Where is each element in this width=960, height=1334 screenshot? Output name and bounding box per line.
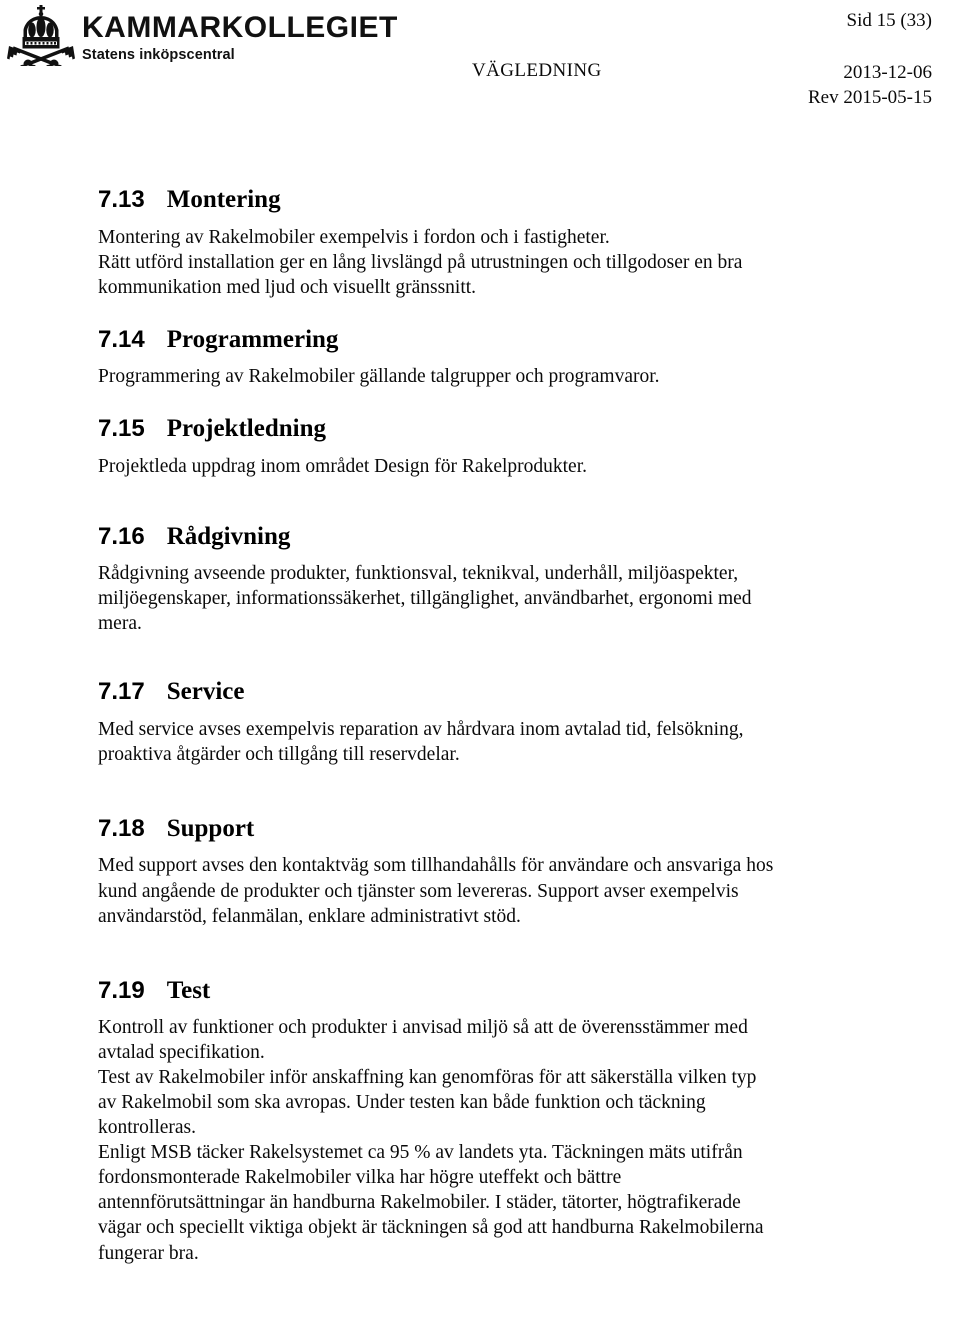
section-heading: 7.17 Service <box>98 678 774 706</box>
organization-logo: KAMMARKOLLEGIET Statens inköpscentral <box>6 4 398 66</box>
section-title: Projektledning <box>166 415 326 443</box>
document-revision: Rev 2015-05-15 <box>807 87 932 109</box>
section-7-14: 7.14 Programmering Programmering av Rake… <box>98 326 774 390</box>
section-heading: 7.19 Test <box>98 977 774 1005</box>
paragraph: Test av Rakelmobiler inför anskaffning k… <box>98 1067 757 1139</box>
logo-wordmark: KAMMARKOLLEGIET Statens inköpscentral <box>82 4 398 63</box>
section-number: 7.18 <box>98 814 145 842</box>
page-number: Sid 15 (33) <box>846 10 933 31</box>
section-title: Programmering <box>166 325 339 353</box>
section-number: 7.14 <box>98 325 145 353</box>
section-number: 7.15 <box>98 415 145 443</box>
page-header: KAMMARKOLLEGIET Statens inköpscentral Si… <box>0 0 960 128</box>
section-heading: 7.16 Rådgivning <box>98 523 774 551</box>
section-7-19: 7.19 Test Kontroll av funktioner och pro… <box>98 977 774 1266</box>
document-dates: 2013-12-06 Rev 2015-05-15 <box>808 60 932 111</box>
paragraph: Rätt utförd installation ger en lång liv… <box>98 251 743 298</box>
logo-title: KAMMARKOLLEGIET <box>82 11 398 44</box>
section-number: 7.17 <box>98 678 145 706</box>
paragraph: Kontroll av funktioner och produkter i a… <box>98 1017 748 1064</box>
section-number: 7.19 <box>98 976 145 1004</box>
paragraph: Rådgivning avseende produkter, funktions… <box>98 563 752 635</box>
paragraph: Projektleda uppdrag inom området Design … <box>98 455 588 477</box>
section-heading: 7.18 Support <box>98 815 774 843</box>
paragraph: Montering av Rakelmobiler exempelvis i f… <box>98 226 610 248</box>
section-title: Rådgivning <box>166 522 291 550</box>
document-date: 2013-12-06 <box>843 62 932 83</box>
document-body: 7.13 Montering Montering av Rakelmobiler… <box>98 186 774 1266</box>
section-7-17: 7.17 Service Med service avses exempelvi… <box>98 678 774 767</box>
section-title: Support <box>166 814 255 842</box>
section-7-13: 7.13 Montering Montering av Rakelmobiler… <box>98 186 774 300</box>
paragraph: Enligt MSB täcker Rakelsystemet ca 95 % … <box>98 1142 764 1264</box>
section-heading: 7.13 Montering <box>98 186 774 214</box>
section-heading: 7.14 Programmering <box>98 326 774 354</box>
section-number: 7.13 <box>98 186 145 213</box>
section-number: 7.16 <box>98 522 145 550</box>
paragraph: Med service avses exempelvis reparation … <box>98 718 744 765</box>
section-7-15: 7.15 Projektledning Projektleda uppdrag … <box>98 415 774 479</box>
document-type: VÄGLEDNING <box>472 60 602 81</box>
section-7-16: 7.16 Rådgivning Rådgivning avseende prod… <box>98 523 774 637</box>
paragraph: Med support avses den kontaktväg som til… <box>98 855 774 927</box>
logo-subtitle: Statens inköpscentral <box>82 47 235 63</box>
section-title: Service <box>166 678 245 706</box>
section-title: Montering <box>166 186 281 213</box>
section-title: Test <box>166 976 211 1004</box>
paragraph: Programmering av Rakelmobiler gällande t… <box>98 366 660 388</box>
section-7-18: 7.18 Support Med support avses den konta… <box>98 815 774 929</box>
crown-and-crossed-keys-emblem <box>7 5 75 66</box>
section-heading: 7.15 Projektledning <box>98 415 774 443</box>
